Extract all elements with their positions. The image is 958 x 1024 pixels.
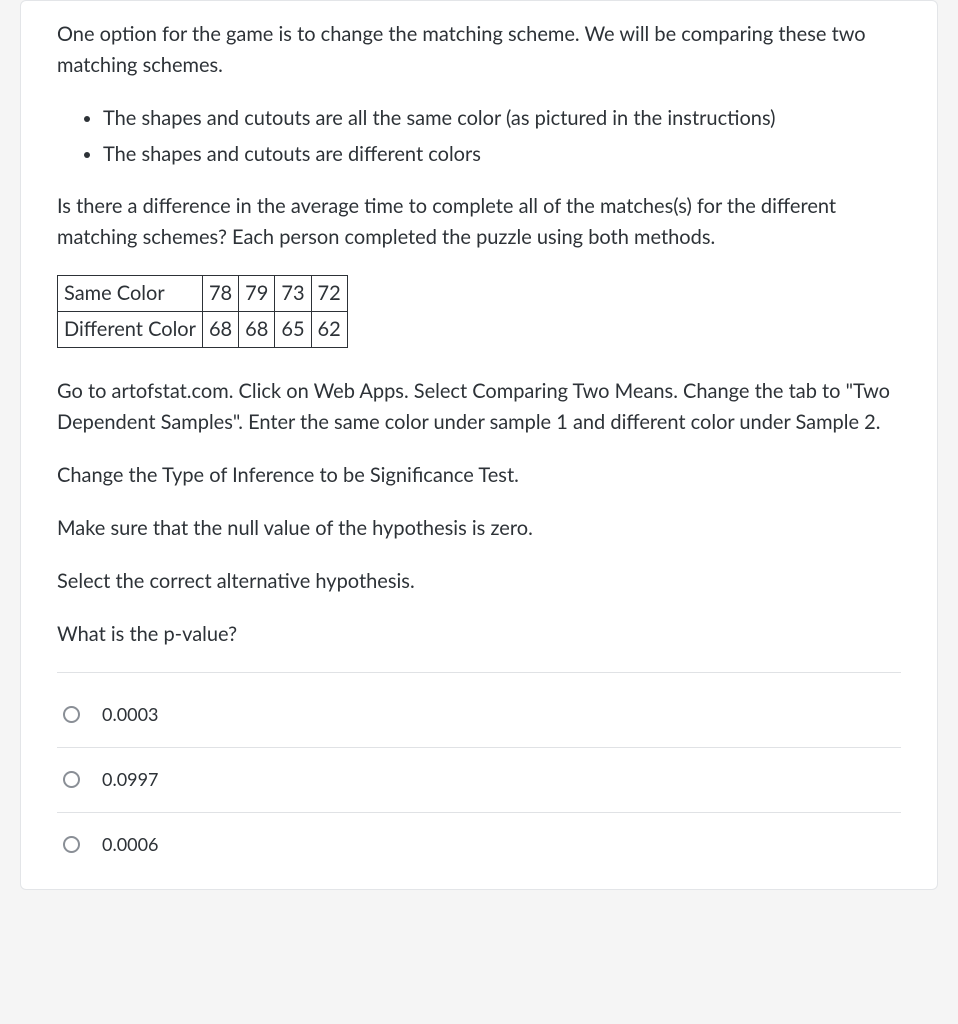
scheme-list: The shapes and cutouts are all the same … <box>57 103 901 169</box>
data-cell: 73 <box>275 276 311 312</box>
answer-options: 0.0003 0.0997 0.0006 <box>57 683 901 877</box>
answer-label: 0.0997 <box>102 766 158 794</box>
question-card: One option for the game is to change the… <box>20 0 938 890</box>
bullet-item: The shapes and cutouts are different col… <box>103 139 901 169</box>
instruction-text: Go to artofstat.com. Click on Web Apps. … <box>57 376 901 438</box>
answer-option[interactable]: 0.0006 <box>57 813 901 877</box>
radio-icon <box>63 771 80 788</box>
question-prompt: What is the p-value? <box>57 619 901 650</box>
bullet-item: The shapes and cutouts are all the same … <box>103 103 901 133</box>
table-row: Different Color 68 68 65 62 <box>58 312 348 348</box>
instruction-text: Change the Type of Inference to be Signi… <box>57 460 901 491</box>
data-cell: 78 <box>202 276 238 312</box>
data-cell: 65 <box>275 312 311 348</box>
divider <box>57 672 901 673</box>
answer-label: 0.0003 <box>102 701 158 729</box>
answer-option[interactable]: 0.0003 <box>57 683 901 748</box>
data-cell: 79 <box>239 276 275 312</box>
data-cell: 68 <box>202 312 238 348</box>
table-row: Same Color 78 79 73 72 <box>58 276 348 312</box>
question-text: Is there a difference in the average tim… <box>57 191 901 253</box>
data-cell: 72 <box>311 276 347 312</box>
instruction-text: Make sure that the null value of the hyp… <box>57 513 901 544</box>
instruction-text: Select the correct alternative hypothesi… <box>57 566 901 597</box>
data-table: Same Color 78 79 73 72 Different Color 6… <box>57 275 348 348</box>
data-cell: 62 <box>311 312 347 348</box>
row-label: Same Color <box>58 276 203 312</box>
data-cell: 68 <box>239 312 275 348</box>
answer-option[interactable]: 0.0997 <box>57 748 901 813</box>
intro-text: One option for the game is to change the… <box>57 19 901 81</box>
radio-icon <box>63 836 80 853</box>
radio-icon <box>63 706 80 723</box>
answer-label: 0.0006 <box>102 831 158 859</box>
row-label: Different Color <box>58 312 203 348</box>
